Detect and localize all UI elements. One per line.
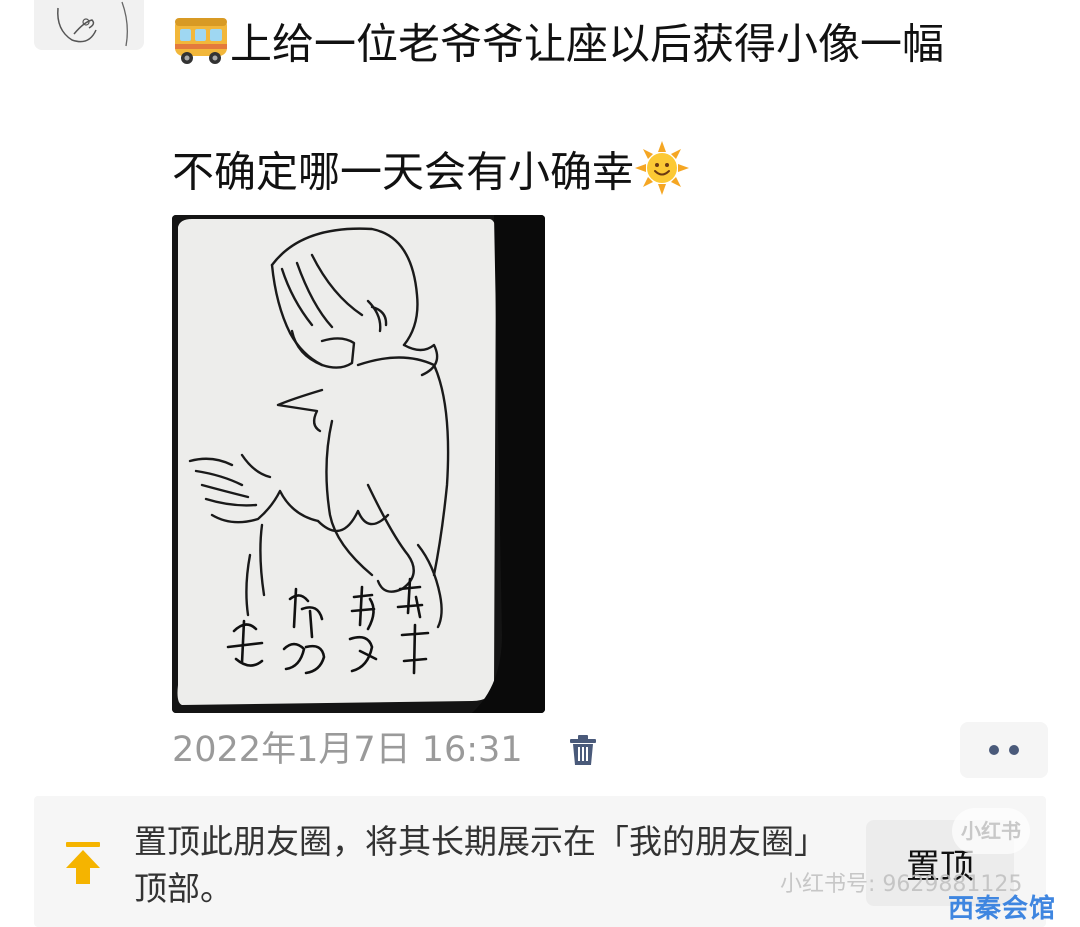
- more-dots-icon: [989, 745, 999, 755]
- post-line-2-text: 不确定哪一天会有小确幸: [172, 147, 635, 197]
- post-line-1-text: 上给一位老爷爷让座以后获得小像一幅: [230, 19, 945, 69]
- post-text-line-1: 上给一位老爷爷让座以后获得小像一幅: [172, 14, 944, 80]
- post-photo[interactable]: [172, 215, 545, 713]
- watermark-badge: 小红书: [952, 808, 1030, 854]
- post-text-line-2: 不确定哪一天会有小确幸: [172, 140, 690, 210]
- portrait-sketch-image: [172, 215, 545, 713]
- pin-top-arrow-icon: [66, 842, 100, 884]
- post-timestamp: 2022年1月7日 16:31: [172, 730, 523, 770]
- delete-post-button[interactable]: [566, 733, 600, 767]
- avatar-sketch-icon: [57, 1, 128, 47]
- bus-emoji-icon: [172, 14, 230, 80]
- sun-face-emoji-icon: [634, 140, 690, 210]
- avatar[interactable]: [34, 0, 144, 50]
- more-options-button[interactable]: [960, 722, 1048, 778]
- pin-description: 置顶此朋友圈，将其长期展示在「我的朋友圈」顶部。: [134, 822, 827, 908]
- watermark-brand: 西秦会馆: [948, 894, 1057, 924]
- more-dots-icon: [1009, 745, 1019, 755]
- pin-to-top-banner: 置顶此朋友圈，将其长期展示在「我的朋友圈」顶部。 置顶: [34, 796, 1046, 927]
- trash-icon: [570, 735, 596, 765]
